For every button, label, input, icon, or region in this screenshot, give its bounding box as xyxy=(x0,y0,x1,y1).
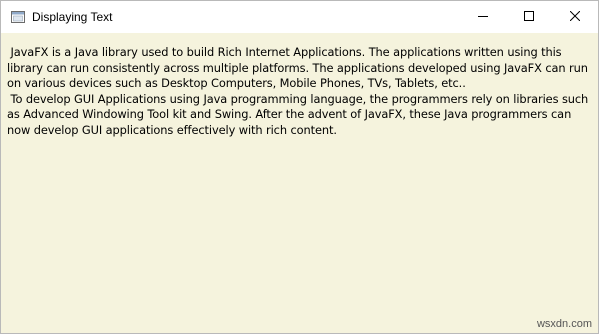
paragraph-2: To develop GUI Applications using Java p… xyxy=(7,91,592,137)
minimize-button[interactable] xyxy=(460,1,506,33)
close-button[interactable] xyxy=(552,1,598,33)
window-title: Displaying Text xyxy=(32,10,113,24)
minimize-icon xyxy=(478,8,488,26)
java-app-icon[interactable] xyxy=(11,10,25,24)
text-content: JavaFX is a Java library used to build R… xyxy=(7,45,594,138)
title-bar[interactable]: Displaying Text xyxy=(1,1,598,33)
content-area: JavaFX is a Java library used to build R… xyxy=(1,33,598,333)
maximize-icon xyxy=(524,8,534,26)
application-window: Displaying Text JavaFX is a Java library… xyxy=(0,0,599,334)
paragraph-1: JavaFX is a Java library used to build R… xyxy=(7,45,592,90)
watermark: wsxdn.com xyxy=(536,318,592,330)
maximize-button[interactable] xyxy=(506,1,552,33)
close-icon xyxy=(569,8,581,26)
